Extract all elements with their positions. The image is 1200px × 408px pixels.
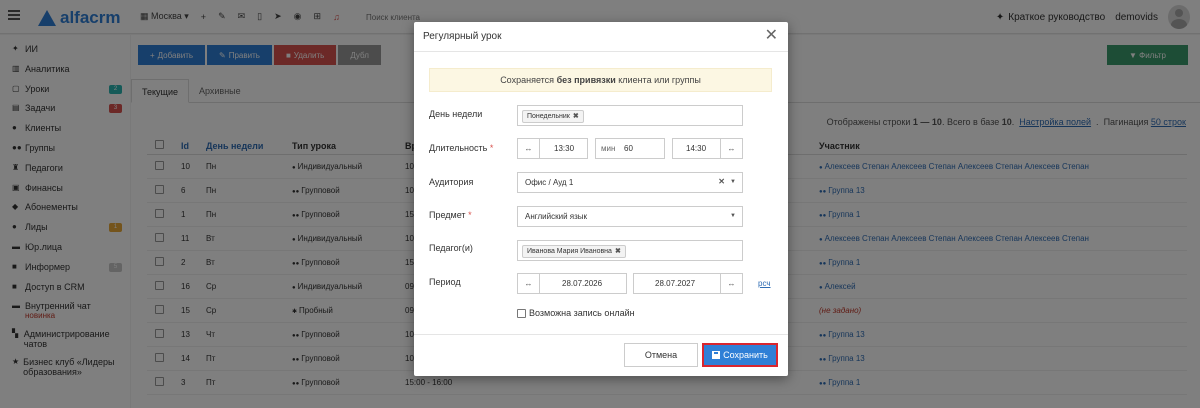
minutes-value: 60 [624,144,633,153]
minutes-field[interactable]: мин 60 [595,138,665,159]
notice-post: клиента или группы [618,75,701,85]
end-date-value: 28.07.2027 [655,279,696,288]
duration-label-text: Длительность [429,143,488,153]
rsch-link[interactable]: рсч [758,279,771,288]
weekday-select[interactable]: Понедельник ✖ [517,105,743,126]
clear-icon[interactable]: ✕ [718,177,725,186]
modal-footer-divider [414,334,788,335]
room-label: Аудитория [429,177,474,187]
arrow-range-icon: ↔ [518,274,540,293]
online-booking-checkbox[interactable]: Возможна запись онлайн [517,308,635,318]
remove-chip-icon[interactable]: ✖ [615,246,621,257]
teacher-label: Педагог(и) [429,243,473,253]
notice-pre: Сохраняется [500,75,555,85]
room-select[interactable]: Офис / Ауд 1 ✕ ▼ [517,172,743,193]
weekday-chip-label: Понедельник [527,113,570,120]
online-booking-label: Возможна запись онлайн [529,308,635,318]
teacher-select[interactable]: Иванова Мария Ивановна ✖ [517,240,743,261]
notice-bold: без привязки [556,75,616,85]
notice-banner: Сохраняется без привязки клиента или гру… [429,68,772,92]
start-time-field[interactable]: ↔ 13:30 [517,138,588,159]
end-time-value: 14:30 [686,144,707,153]
teacher-chip-label: Иванова Мария Ивановна [527,248,612,255]
remove-chip-icon[interactable]: ✖ [573,111,579,122]
modal-title: Регулярный урок [423,31,502,42]
floppy-icon [712,351,721,359]
modal-header: Регулярный урок ✕ [414,22,788,52]
caret-down-icon: ▼ [730,213,736,219]
subject-label: Предмет * [429,210,472,220]
arrow-range-icon: ↔ [720,274,742,293]
cancel-button[interactable]: Отмена [624,343,698,367]
save-label: Сохранить [723,350,768,360]
subject-value: Английский язык [525,212,588,221]
regular-lesson-modal: Регулярный урок ✕ Сохраняется без привяз… [414,22,788,376]
caret-down-icon: ▼ [730,179,736,185]
period-label: Период [429,277,461,287]
start-time-value: 13:30 [554,144,575,153]
end-time-field[interactable]: 14:30 ↔ [672,138,743,159]
subject-label-text: Предмет [429,210,466,220]
close-icon[interactable]: ✕ [765,28,778,44]
end-date-field[interactable]: 28.07.2027 ↔ [633,273,743,294]
teacher-chip: Иванова Мария Ивановна ✖ [522,245,626,258]
duration-label: Длительность * [429,143,494,153]
arrow-range-icon: ↔ [518,139,540,158]
room-value: Офис / Ауд 1 [525,178,574,187]
save-button[interactable]: Сохранить [702,343,778,367]
checkbox[interactable] [517,308,526,318]
start-date-value: 28.07.2026 [562,279,603,288]
subject-select[interactable]: Английский язык ▼ [517,206,743,227]
weekday-chip: Понедельник ✖ [522,110,584,123]
weekday-label: День недели [429,109,483,119]
arrow-range-icon: ↔ [720,139,742,158]
min-label: мин [601,144,616,153]
start-date-field[interactable]: ↔ 28.07.2026 [517,273,627,294]
